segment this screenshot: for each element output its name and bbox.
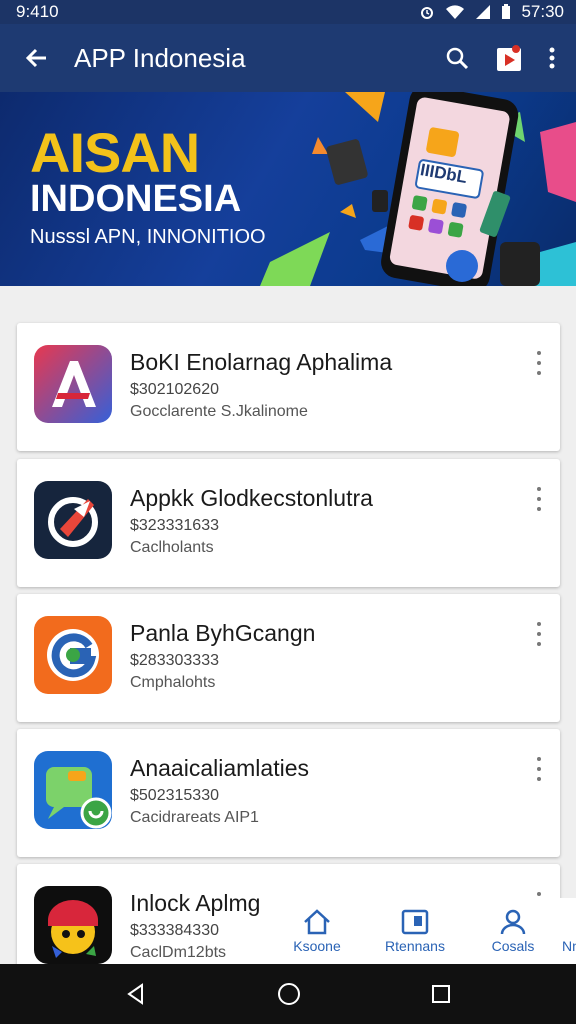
app-name: BoKI Enolarnag Aphalima	[130, 349, 393, 375]
list-item[interactable]: Appkk Glodkecstonlutra $323331633 Caclho…	[17, 459, 560, 587]
nav-tab-home[interactable]: Ksoone	[268, 898, 366, 964]
more-options-icon[interactable]	[532, 487, 546, 511]
back-button[interactable]	[0, 45, 74, 71]
app-price: $302102620	[130, 381, 219, 398]
more-options-icon[interactable]	[532, 757, 546, 781]
search-icon[interactable]	[444, 45, 470, 71]
wifi-icon	[446, 5, 465, 19]
app-price: $502315330	[130, 787, 219, 804]
list-item[interactable]: BoKI Enolarnag Aphalima $302102620 Goccl…	[17, 323, 560, 451]
banner-headline: AISAN	[30, 121, 200, 184]
app-price: $323331633	[130, 517, 219, 534]
app-category: CaclDm12bts	[130, 944, 227, 961]
status-time-right: 57:30	[521, 2, 564, 21]
system-navigation-bar	[0, 964, 576, 1024]
recents-square-icon[interactable]	[430, 983, 452, 1005]
home-icon	[304, 909, 330, 935]
bottom-navigation: Ksoone Rtennans Cosals Nn	[268, 898, 576, 964]
rocket-logo-icon	[34, 481, 112, 559]
list-item[interactable]: Panla ByhGcangn $283303333 Cmphalohts	[17, 594, 560, 722]
nav-tab-cosals[interactable]: Cosals	[464, 898, 562, 964]
chat-bubble-logo-icon	[34, 751, 112, 829]
app-name: Panla ByhGcangn	[130, 620, 316, 646]
app-category: Caclholants	[130, 539, 214, 556]
person-icon	[500, 909, 526, 935]
more-options-icon[interactable]	[532, 622, 546, 646]
status-time-left: 9:410	[16, 2, 59, 21]
list-item[interactable]: Anaaicaliamlaties $502315330 Cacidrareat…	[17, 729, 560, 857]
arrow-left-icon	[25, 48, 46, 68]
back-triangle-icon[interactable]	[124, 982, 148, 1006]
banner-subheadline: INDONESIA	[30, 178, 242, 220]
app-bar: APP Indonesia	[0, 24, 576, 92]
overflow-menu-icon[interactable]	[548, 46, 556, 70]
app-price: $283303333	[130, 652, 219, 669]
character-logo-icon	[34, 886, 112, 964]
red-a-logo-icon	[34, 345, 112, 423]
tablet-icon	[401, 909, 429, 935]
nav-tab-label: Ksoone	[293, 938, 341, 954]
app-category: Cacidrareats AIP1	[130, 809, 259, 826]
nav-tab-label: Nn	[562, 938, 576, 954]
play-store-icon[interactable]	[496, 44, 522, 72]
nav-tab-label: Cosals	[491, 938, 535, 954]
nav-tab-label: Rtennans	[385, 938, 445, 954]
more-options-icon[interactable]	[532, 351, 546, 375]
app-name: Inlock Aplmg	[130, 890, 261, 916]
app-price: $333384330	[130, 922, 219, 939]
promo-banner[interactable]: AISAN INDONESIA Nusssl APN, INNONITIOO I…	[0, 92, 576, 286]
nav-tab-more[interactable]: Nn	[562, 898, 576, 964]
app-category: Cmphalohts	[130, 674, 216, 691]
app-list: BoKI Enolarnag Aphalima $302102620 Goccl…	[0, 286, 576, 966]
alarm-icon	[421, 7, 434, 19]
orange-g-logo-icon	[34, 616, 112, 694]
app-name: Appkk Glodkecstonlutra	[130, 485, 373, 511]
status-bar: 9:410 57:30	[0, 0, 576, 24]
signal-icon	[476, 5, 491, 19]
home-circle-icon[interactable]	[276, 981, 302, 1007]
battery-icon	[502, 4, 511, 19]
app-name: Anaaicaliamlaties	[130, 755, 309, 781]
page-title: APP Indonesia	[74, 42, 246, 73]
nav-tab-rtennans[interactable]: Rtennans	[366, 898, 464, 964]
banner-tagline: Nusssl APN, INNONITIOO	[30, 226, 266, 248]
app-category: Gocclarente S.Jkalinome	[130, 403, 308, 420]
